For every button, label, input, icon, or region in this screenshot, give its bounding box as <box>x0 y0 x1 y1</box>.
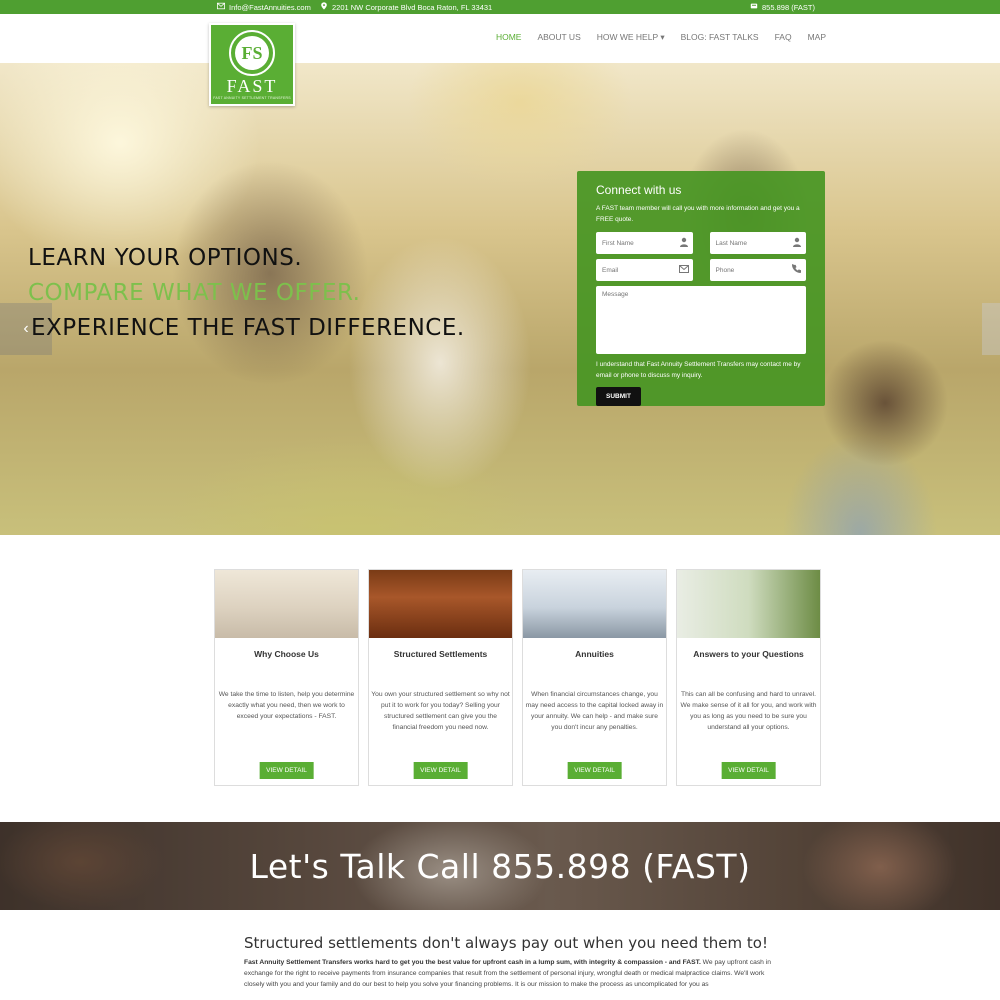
logo-tagline: FAST ANNUITY SETTLEMENT TRANSFERS <box>213 96 291 100</box>
connect-intro: A FAST team member will call you with mo… <box>596 205 800 223</box>
envelope-icon <box>678 265 689 273</box>
call-banner: Let's Talk Call 855.898 (FAST) <box>0 822 1000 910</box>
service-cards: Why Choose Us We take the time to listen… <box>214 569 821 786</box>
card-photo <box>677 570 820 638</box>
card-text: We take the time to listen, help you det… <box>218 691 355 720</box>
email-field <box>596 259 693 281</box>
submit-button[interactable]: SUBMIT <box>596 387 641 406</box>
card-text: When financial circumstances change, you… <box>525 691 664 731</box>
topbar-address-text: 2201 NW Corporate Blvd Boca Raton, FL 33… <box>332 2 493 12</box>
connect-title: Connect with us <box>596 183 682 197</box>
card-why-choose-us: Why Choose Us We take the time to listen… <box>214 569 359 786</box>
intro-lead: Fast Annuity Settlement Transfers works … <box>244 959 701 966</box>
view-detail-button[interactable]: VIEW DETAIL <box>259 762 314 779</box>
card-text: This can all be confusing and hard to un… <box>680 691 817 731</box>
logo-badge: FS <box>229 30 275 76</box>
card-annuities: Annuities When financial circumstances c… <box>522 569 667 786</box>
intro-section: Structured settlements don't always pay … <box>244 934 784 990</box>
call-banner-text[interactable]: Let's Talk Call 855.898 (FAST) <box>250 847 751 886</box>
nav-about-us[interactable]: ABOUT US <box>537 32 580 43</box>
nav-faq[interactable]: FAQ <box>775 32 792 43</box>
connect-form: Connect with us A FAST team member will … <box>577 171 825 406</box>
phone-field <box>709 259 806 281</box>
first-name-field <box>596 232 693 254</box>
nav-blog[interactable]: BLOG: FAST TALKS <box>681 32 759 43</box>
card-title: Annuities <box>575 649 614 659</box>
card-text: You own your structured settlement so wh… <box>371 691 510 731</box>
hero-line-1: LEARN YOUR OPTIONS. <box>28 245 303 271</box>
hero-line-3: EXPERIENCE THE FAST DIFFERENCE. <box>31 315 465 341</box>
phone-icon <box>750 2 758 12</box>
hero-slider: ‹ LEARN YOUR OPTIONS. COMPARE WHAT WE OF… <box>0 63 1000 535</box>
intro-paragraph: Fast Annuity Settlement Transfers works … <box>244 957 784 990</box>
topbar-address: 2201 NW Corporate Blvd Boca Raton, FL 33… <box>320 2 492 12</box>
consent-text: I understand that Fast Annuity Settlemen… <box>596 361 801 379</box>
map-pin-icon <box>320 2 328 12</box>
view-detail-button[interactable]: VIEW DETAIL <box>413 762 468 779</box>
view-detail-button[interactable]: VIEW DETAIL <box>721 762 776 779</box>
card-title: Answers to your Questions <box>693 649 804 659</box>
main-nav: HOME ABOUT US HOW WE HELP ▾ BLOG: FAST T… <box>496 32 826 43</box>
hero-line-2: COMPARE WHAT WE OFFER. <box>28 280 361 306</box>
slider-next-button[interactable] <box>982 303 1000 355</box>
envelope-icon <box>217 2 225 12</box>
user-icon <box>679 237 688 247</box>
topbar-phone[interactable]: 855.898 (FAST) <box>750 2 815 12</box>
topbar-phone-text[interactable]: 855.898 (FAST) <box>762 3 815 12</box>
last-name-field <box>709 232 806 254</box>
card-title: Structured Settlements <box>393 649 488 659</box>
logo-wordmark: FAST <box>226 76 278 96</box>
nav-how-we-help[interactable]: HOW WE HELP ▾ <box>597 32 665 43</box>
topbar-email[interactable]: Info@FastAnnuities.com <box>217 2 311 12</box>
topbar-email-text[interactable]: Info@FastAnnuities.com <box>229 3 311 12</box>
message-textarea[interactable] <box>596 286 806 354</box>
hero-headline: LEARN YOUR OPTIONS. COMPARE WHAT WE OFFE… <box>28 241 465 346</box>
card-photo <box>215 570 358 638</box>
site-header: HOME ABOUT US HOW WE HELP ▾ BLOG: FAST T… <box>0 14 1000 63</box>
card-answers: Answers to your Questions This can all b… <box>676 569 821 786</box>
card-title: Why Choose Us <box>254 649 319 659</box>
logo-monogram: FS <box>235 36 269 70</box>
view-detail-button[interactable]: VIEW DETAIL <box>567 762 622 779</box>
user-icon <box>793 237 801 247</box>
site-logo[interactable]: FS FAST FAST ANNUITY SETTLEMENT TRANSFER… <box>209 23 295 106</box>
card-photo <box>523 570 666 638</box>
nav-map[interactable]: MAP <box>808 32 826 43</box>
top-contact-bar: Info@FastAnnuities.com 2201 NW Corporate… <box>0 0 1000 14</box>
card-photo <box>369 570 512 638</box>
card-structured-settlements: Structured Settlements You own your stru… <box>368 569 513 786</box>
intro-heading: Structured settlements don't always pay … <box>244 934 768 952</box>
nav-home[interactable]: HOME <box>496 32 522 43</box>
phone-icon <box>792 264 801 273</box>
